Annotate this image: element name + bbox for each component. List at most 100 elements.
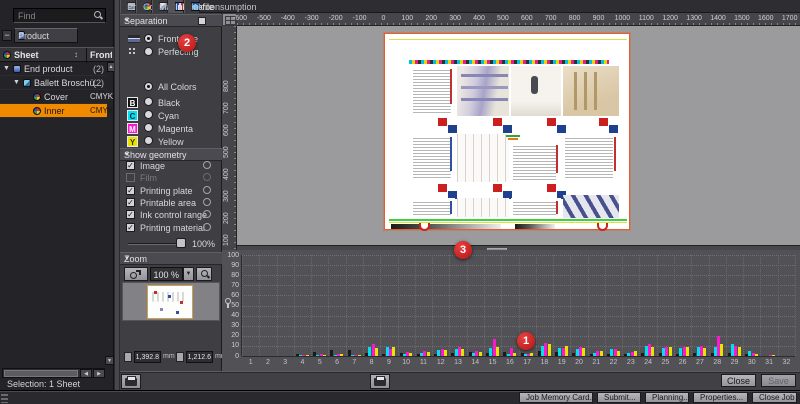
color-radio[interactable] [144,97,153,106]
color-option-magenta[interactable]: MMagenta [126,123,222,135]
all-colors-radio[interactable] [144,82,153,91]
tab-ink-profile[interactable]: Ink profile [168,0,184,13]
register-mark-red [547,184,556,192]
color-radio[interactable] [144,110,153,119]
tab-materials[interactable]: Materials [152,0,168,13]
column-header-sheet[interactable]: Sheet [14,50,39,60]
color-indicator[interactable] [203,186,211,194]
checkbox-image[interactable]: ✓ [126,161,135,170]
zoom-section-header[interactable]: ▼Zoom [120,252,222,265]
print-view-button[interactable] [121,374,141,389]
geometry-option-printable-area[interactable]: ✓Printable area [126,198,222,210]
submit-button[interactable]: Submit... [597,392,641,403]
gray-control-strip [515,224,555,229]
print-chart-button[interactable] [370,374,390,389]
geometry-option-printing-plate[interactable]: ✓Printing plate [126,186,222,198]
side-option-perfecting[interactable]: Perfecting [126,47,222,59]
sheet-preview[interactable] [384,33,630,230]
color-indicator[interactable] [203,161,211,169]
ruler-tick-label: 700 [538,15,564,22]
checkbox-ink-control-range[interactable]: ✓ [126,210,135,219]
x-axis-tick-label: 14 [466,359,484,366]
sort-icon[interactable]: ↕ [74,50,78,59]
y-axis-tick-label: 0 [222,353,239,360]
horizontal-ruler: -600-500-400-300-200-1000100200300400500… [237,13,800,26]
checkbox-printable-area[interactable]: ✓ [126,198,135,207]
save-button[interactable]: Save [761,374,796,387]
x-axis-tick-label: 28 [708,359,726,366]
tree-row-cover[interactable]: CoverCMYK [0,90,107,104]
color-radio[interactable] [144,136,153,145]
color-indicator[interactable] [203,210,211,218]
checkbox-printing-material[interactable]: ✓ [126,223,135,232]
ink-bar-yellow [479,352,482,356]
tree-row-inner[interactable]: InnerCMYK [0,104,107,118]
tree-horizontal-scrollbar[interactable]: ◀ ▶ [2,368,105,378]
x-axis-tick-label: 24 [639,359,657,366]
zoom-level-field[interactable]: 100 % [150,267,183,281]
tab-properties[interactable]: Properties [120,0,136,13]
gridline-vertical [795,255,796,356]
sheet-thumbnail[interactable] [147,285,193,319]
zoom-tool-button[interactable] [124,267,148,281]
zoom-level-dropdown[interactable]: ▼ [183,267,194,281]
geometry-section-header[interactable]: ▼Show geometry [120,148,222,161]
color-radio[interactable] [144,123,153,132]
color-option-yellow[interactable]: YYellow [126,136,222,148]
side-radio[interactable] [144,34,153,43]
tree-row-ballett-brosch[interactable]: ▼Ballett Broschü...(2) [0,76,107,90]
all-colors-option[interactable]: All Colors [126,82,222,94]
tab-colors[interactable]: Colors [136,0,152,13]
annotation-badge-3: 3 [454,241,472,259]
view-selector-dropdown[interactable]: Product ↕ [14,28,78,43]
register-mark-blue [448,125,457,133]
x-axis-tick-label: 27 [691,359,709,366]
gridline-vertical [311,255,312,356]
x-axis-tick-label: 3 [276,359,294,366]
geometry-option-film[interactable]: Film [126,173,222,185]
tree-row-end-product[interactable]: ▼End product(2) [0,62,107,76]
geometry-option-printing-material[interactable]: ✓Printing material [126,223,222,235]
expander-icon[interactable]: ▼ [3,65,10,72]
close-job-button[interactable]: Close Job [752,392,797,403]
color-indicator[interactable] [203,198,211,206]
color-option-black[interactable]: BBlack [126,97,222,109]
column-header-front-colors[interactable]: Front C [90,50,112,60]
gridline-vertical [639,255,640,356]
x-axis-tick-label: 18 [535,359,553,366]
y-axis-tick-label: 20 [222,332,239,339]
page-photo [563,195,619,218]
column-divider[interactable] [86,48,87,63]
geometry-option-image[interactable]: ✓Image [126,161,222,173]
expander-icon[interactable]: ▼ [13,79,20,86]
planning-button[interactable]: Planning... [645,392,689,403]
color-option-cyan[interactable]: CCyan [126,110,222,122]
scrollbar-thumb[interactable] [4,370,78,377]
job-memory-card-button[interactable]: Job Memory Card... [519,392,593,403]
color-indicator[interactable] [203,223,211,231]
ruler-tick-label: 1000 [609,15,635,22]
side-option-front-side[interactable]: Front side [126,34,222,46]
separation-section-header[interactable]: ▼Separation [120,14,222,27]
opacity-slider-handle[interactable] [176,238,186,248]
tree-scroll-down-button[interactable]: ▼ [105,356,114,365]
ink-bar-yellow [634,351,637,356]
find-input[interactable] [16,10,92,21]
color-swatch: Y [127,136,138,147]
x-axis-tick-label: 9 [380,359,398,366]
tab-ink-consumption[interactable]: Ink consumption [184,0,200,13]
ink-bar-yellow [703,348,706,356]
scroll-right-button[interactable]: ▶ [93,369,105,378]
scroll-left-button[interactable]: ◀ [80,369,92,378]
ink-zone-chart[interactable]: 1009080706050403020100123456789101112131… [222,250,800,371]
separation-checkbox[interactable] [198,17,206,25]
geometry-option-ink-control-range[interactable]: ✓Ink control range [126,210,222,222]
collapse-all-button[interactable]: − [2,30,12,41]
side-radio[interactable] [144,47,153,56]
zoom-fit-button[interactable] [196,267,212,281]
ink-bar-yellow [358,355,361,356]
close-button[interactable]: Close [721,374,756,387]
properties-button[interactable]: Properties... [693,392,748,403]
checkbox-printing-plate[interactable]: ✓ [126,186,135,195]
sheet-preview-area[interactable] [237,26,800,245]
